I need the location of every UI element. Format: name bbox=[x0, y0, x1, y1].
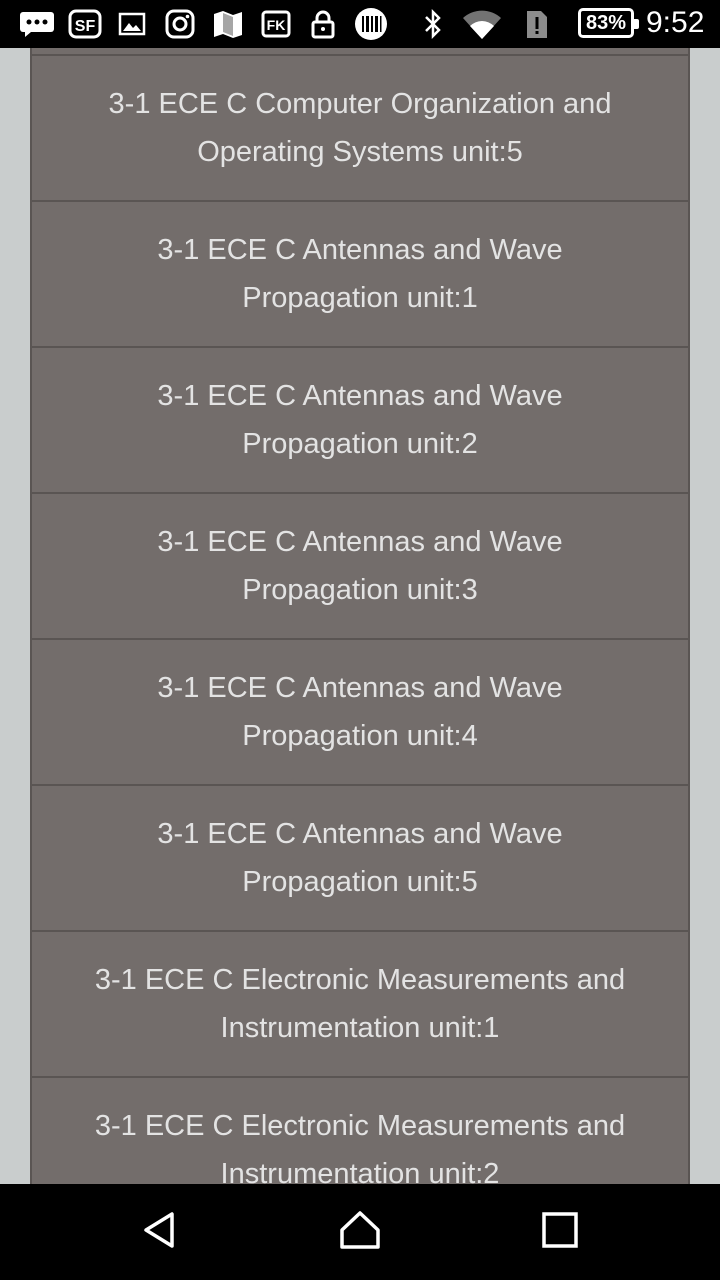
list-item[interactable]: 3-1 ECE C Antennas and Wave Propagation u… bbox=[32, 202, 688, 348]
list-item[interactable]: 3-1 ECE C Antennas and Wave Propagation u… bbox=[32, 494, 688, 640]
back-icon bbox=[140, 1210, 180, 1255]
list-item-label: 3-1 ECE C Antennas and Wave Propagation u… bbox=[157, 672, 563, 752]
home-button[interactable] bbox=[320, 1204, 400, 1260]
list-item[interactable]: 3-1 ECE C Electronic Measurements and Ins… bbox=[32, 1078, 688, 1184]
list-item-label: 3-1 ECE C Antennas and Wave Propagation u… bbox=[157, 818, 563, 898]
sim-alert-icon bbox=[522, 8, 552, 40]
lock-icon bbox=[308, 8, 338, 40]
list-item[interactable]: 3-1 ECE C Antennas and Wave Propagation u… bbox=[32, 786, 688, 932]
instagram-icon bbox=[162, 8, 198, 40]
list-item[interactable]: 3-1 ECE C Antennas and Wave Propagation u… bbox=[32, 348, 688, 494]
list-item-label: 3-1 ECE C Computer Organization and Opera… bbox=[108, 88, 612, 168]
svg-text:SF: SF bbox=[75, 18, 96, 35]
list-item-label: 3-1 ECE C Antennas and Wave Propagation u… bbox=[157, 380, 563, 460]
maps-icon bbox=[210, 8, 246, 40]
sf-app-icon: SF bbox=[66, 8, 104, 40]
recents-icon bbox=[541, 1211, 579, 1254]
svg-text:FK: FK bbox=[267, 17, 286, 33]
gallery-icon bbox=[116, 8, 148, 40]
unit-list[interactable]: 3-1 ECE C Computer Organization and Opera… bbox=[30, 48, 690, 1184]
list-item[interactable]: 3-1 ECE C Computer Organization and Opera… bbox=[32, 56, 688, 202]
status-bar: SF FK 83% 9:52 bbox=[0, 0, 720, 48]
battery-indicator: 83% bbox=[578, 8, 639, 38]
list-item-label: 3-1 ECE C Electronic Measurements and Ins… bbox=[94, 964, 626, 1044]
home-icon bbox=[338, 1210, 382, 1255]
content-area: 3-1 ECE C Computer Organization and Opera… bbox=[0, 48, 720, 1184]
back-button[interactable] bbox=[120, 1204, 200, 1260]
barcode-icon bbox=[352, 8, 390, 40]
recents-button[interactable] bbox=[520, 1204, 600, 1260]
list-item-label: 3-1 ECE C Electronic Measurements and Ins… bbox=[94, 1110, 626, 1184]
fk-app-icon: FK bbox=[258, 8, 294, 40]
list-item-label: 3-1 ECE C Antennas and Wave Propagation u… bbox=[157, 526, 563, 606]
list-item-label: 3-1 ECE C Antennas and Wave Propagation u… bbox=[157, 234, 563, 314]
list-item[interactable]: 3-1 ECE C Electronic Measurements and Ins… bbox=[32, 932, 688, 1078]
bluetooth-icon bbox=[420, 8, 446, 40]
chat-bubble-icon bbox=[18, 8, 56, 40]
clock: 9:52 bbox=[646, 6, 705, 39]
list-item[interactable]: 3-1 ECE C Antennas and Wave Propagation u… bbox=[32, 640, 688, 786]
list-top-edge bbox=[32, 48, 688, 56]
navigation-bar bbox=[0, 1184, 720, 1280]
wifi-icon bbox=[460, 8, 504, 40]
